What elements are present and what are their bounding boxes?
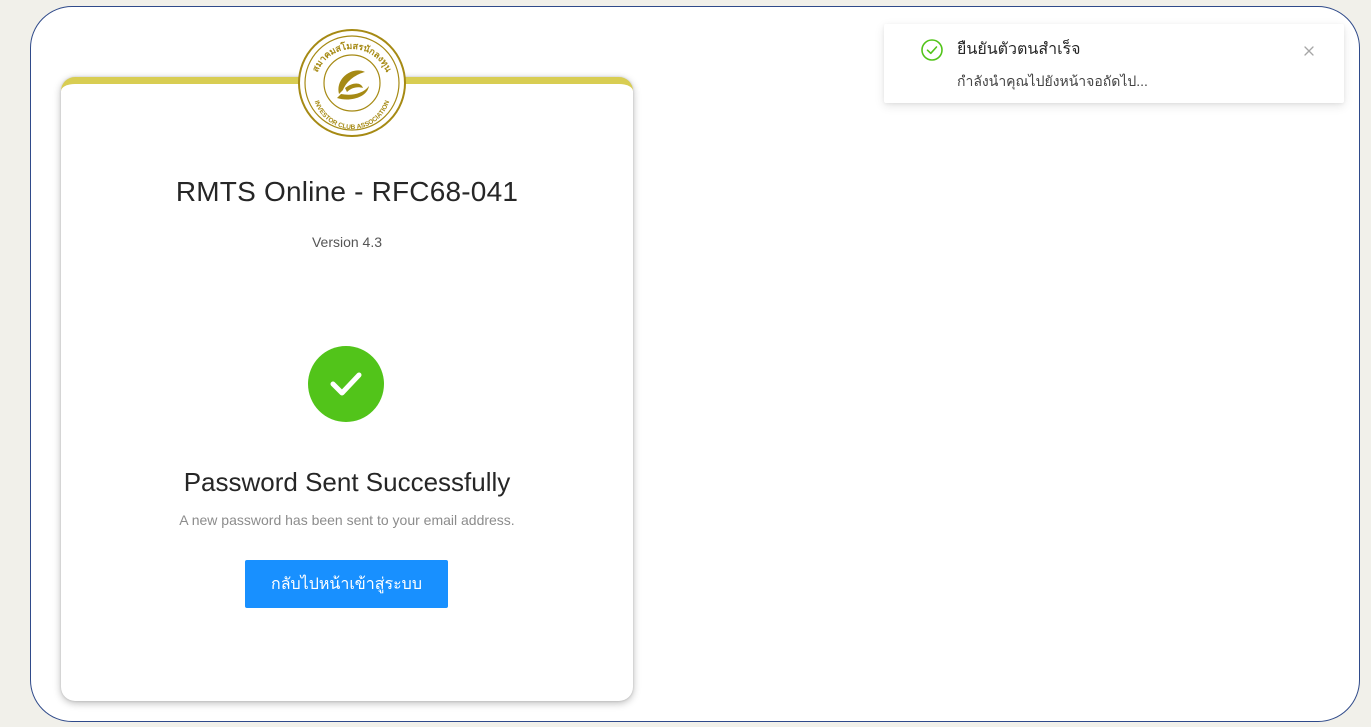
check-circle-outline-icon: [921, 39, 943, 61]
check-circle-icon: [308, 346, 384, 422]
notification-toast: ยืนยันตัวตนสำเร็จ กำลังนำคุณไปยังหน้าจอถ…: [884, 24, 1344, 103]
notification-description: กำลังนำคุณไปยังหน้าจอถัดไป...: [957, 73, 1148, 89]
version-label: Version 4.3: [311, 234, 383, 250]
notification-title: ยืนยันตัวตนสำเร็จ: [957, 41, 1081, 58]
back-to-login-button[interactable]: กลับไปหน้าเข้าสู่ระบบ: [245, 560, 448, 608]
main-frame: สมาคมสโมสรนักลงทุน INVESTOR CLUB ASSOCIA…: [30, 6, 1360, 722]
result-card: สมาคมสโมสรนักลงทุน INVESTOR CLUB ASSOCIA…: [61, 29, 633, 701]
close-icon[interactable]: [1302, 44, 1316, 58]
result-title: Password Sent Successfully: [183, 467, 511, 497]
investor-club-logo: สมาคมสโมสรนักลงทุน INVESTOR CLUB ASSOCIA…: [298, 29, 406, 137]
result-subtitle: A new password has been sent to your ema…: [179, 512, 515, 528]
app-title: RMTS Online - RFC68-041: [175, 176, 519, 207]
